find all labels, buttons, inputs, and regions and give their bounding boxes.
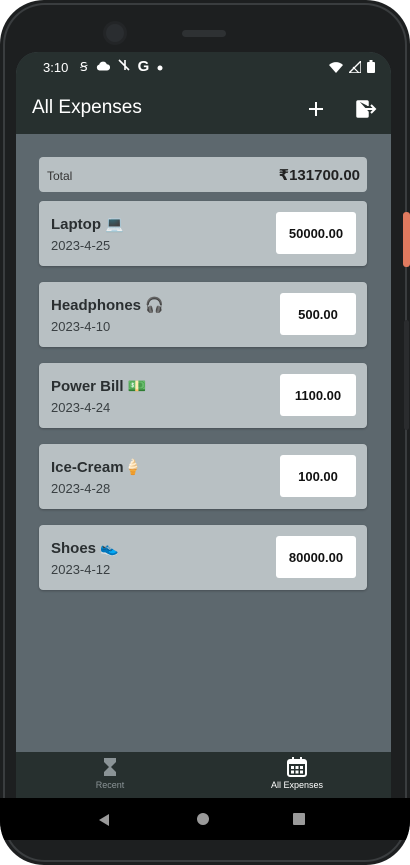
expense-date: 2023-4-24 [51,400,111,415]
add-expense-button[interactable] [302,95,330,123]
expense-card[interactable]: Laptop 💻 2023-4-25 50000.00 [39,201,367,266]
nav-label-recent: Recent [95,780,125,790]
wifi-icon [329,61,343,76]
google-g-icon: G [137,57,150,75]
expense-date: 2023-4-12 [51,562,111,577]
recents-icon[interactable] [293,813,305,825]
security-s-icon: Ꞩ [80,59,88,74]
signal-slash-icon [118,59,130,74]
total-label: Total [47,169,73,183]
nav-label-all-expenses: All Expenses [270,780,324,790]
power-button [403,212,410,267]
home-icon[interactable] [197,813,209,825]
page-title: All Expenses [32,97,142,118]
screen: 3:10 Ꞩ G All Expenses Total ₹131700.00 L… [16,52,391,798]
expense-list: Total ₹131700.00 Laptop 💻 2023-4-25 5000… [16,134,391,752]
battery-icon [367,60,375,76]
logout-icon [356,100,377,118]
earpiece-speaker [182,30,226,37]
expense-name: Ice-Cream🍦 [51,459,143,476]
status-notification-icons: Ꞩ G [80,59,163,74]
back-icon[interactable] [97,813,111,827]
expense-name: Power Bill 💵 [51,378,147,395]
expense-amount: 50000.00 [276,212,356,254]
nav-item-all-expenses[interactable]: All Expenses [237,756,357,798]
total-card: Total ₹131700.00 [39,157,367,192]
cloud-icon [96,59,110,74]
nav-item-recent[interactable]: Recent [50,756,170,798]
expense-card[interactable]: Shoes 👟 2023-4-12 80000.00 [39,525,367,590]
expense-card[interactable]: Headphones 🎧 2023-4-10 500.00 [39,282,367,347]
front-camera [106,24,124,42]
expense-card[interactable]: Ice-Cream🍦 2023-4-28 100.00 [39,444,367,509]
dot-icon [157,59,163,74]
volume-button [404,320,409,430]
expense-name: Headphones 🎧 [51,297,164,314]
expense-date: 2023-4-28 [51,481,111,496]
hourglass-icon [104,758,116,776]
expense-name: Laptop 💻 [51,216,124,233]
expense-name: Shoes 👟 [51,540,119,557]
bottom-navigation: Recent All Expenses [16,752,391,798]
phone-frame: 3:10 Ꞩ G All Expenses Total ₹131700.00 L… [0,0,410,865]
cellular-icon [347,58,362,76]
status-system-icons [329,58,375,76]
calendar-icon [287,757,307,777]
expense-amount: 500.00 [280,293,356,335]
expense-card[interactable]: Power Bill 💵 2023-4-24 1100.00 [39,363,367,428]
status-bar: 3:10 Ꞩ G [16,52,391,82]
logout-button[interactable] [352,95,380,123]
plus-icon [309,102,323,116]
expense-amount: 100.00 [280,455,356,497]
system-navigation-bar [0,798,410,840]
expense-amount: 80000.00 [276,536,356,578]
expense-amount: 1100.00 [280,374,356,416]
app-bar: All Expenses [16,82,391,134]
total-value: ₹131700.00 [278,167,360,184]
status-time: 3:10 [43,60,69,75]
expense-date: 2023-4-25 [51,238,111,253]
expense-date: 2023-4-10 [51,319,111,334]
